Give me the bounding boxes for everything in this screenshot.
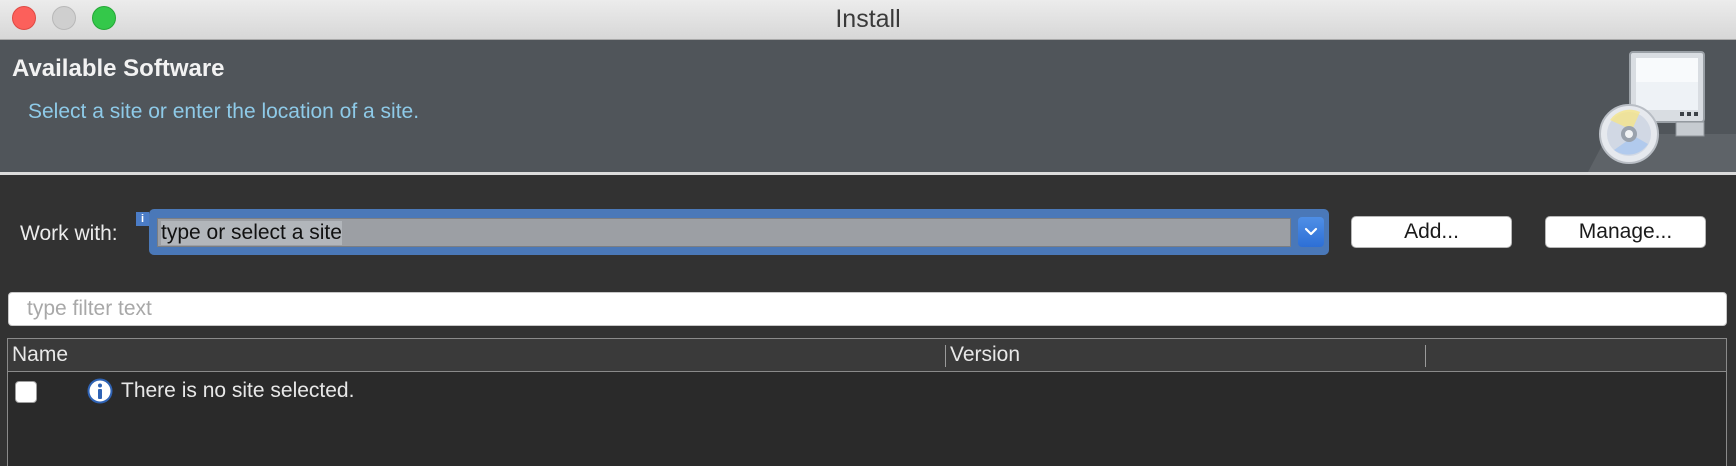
work-with-combo-value[interactable]: type or select a site	[161, 221, 342, 245]
page-description: Select a site or enter the location of a…	[28, 100, 420, 123]
row-message: There is no site selected.	[121, 379, 355, 402]
column-header-name[interactable]: Name	[12, 339, 68, 371]
window-title: Install	[835, 5, 901, 33]
wizard-banner: Available Software Select a site or ente…	[0, 40, 1736, 172]
install-window: Install Available Software Select a site…	[0, 0, 1736, 466]
column-resize-handle[interactable]	[945, 345, 946, 367]
work-with-label: Work with:	[20, 222, 118, 245]
add-site-button[interactable]: Add...	[1351, 216, 1512, 248]
manage-sites-button[interactable]: Manage...	[1545, 216, 1706, 248]
software-table: Name Version There is no site selected.	[7, 338, 1727, 466]
column-header-version[interactable]: Version	[950, 339, 1020, 371]
column-resize-handle[interactable]	[1425, 345, 1426, 367]
title-bar: Install	[0, 0, 1736, 40]
info-icon	[87, 378, 113, 404]
table-header: Name Version	[8, 339, 1726, 372]
chevron-down-icon[interactable]	[1298, 217, 1324, 247]
page-title: Available Software	[12, 55, 225, 82]
row-checkbox[interactable]	[15, 381, 37, 403]
table-row[interactable]: There is no site selected.	[8, 372, 1726, 408]
software-install-monitor-cd-icon	[1588, 51, 1736, 172]
banner-divider	[0, 172, 1736, 175]
filter-input[interactable]	[8, 292, 1727, 326]
content-assist-info-icon: i	[136, 212, 149, 226]
